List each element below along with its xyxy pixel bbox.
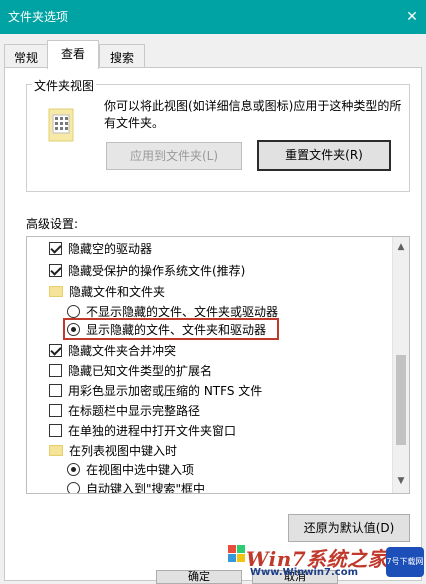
list-item-label: 隐藏文件夹合并冲突 <box>68 343 177 358</box>
list-item-label: 隐藏文件和文件夹 <box>69 284 166 299</box>
restore-defaults-button[interactable]: 还原为默认值(D) <box>288 514 410 542</box>
list-item[interactable]: 隐藏已知文件类型的扩展名 <box>49 360 212 380</box>
list-item[interactable]: 在标题栏中显示完整路径 <box>49 400 200 420</box>
reset-folders-button[interactable]: 重置文件夹(R) <box>257 140 391 171</box>
list-item[interactable]: 自动键入到"搜索"框中 <box>67 478 206 494</box>
list-item-label: 在标题栏中显示完整路径 <box>68 403 201 418</box>
apply-to-folders-button[interactable]: 应用到文件夹(L) <box>106 142 242 170</box>
list-scrollbar[interactable]: ▲ ▼ <box>392 237 409 493</box>
list-item[interactable]: 隐藏受保护的操作系统文件(推荐) <box>49 260 245 280</box>
folder-view-label: 文件夹视图 <box>32 77 97 94</box>
list-item-label: 隐藏空的驱动器 <box>68 241 153 256</box>
folder-document-icon <box>48 108 74 142</box>
scroll-thumb[interactable] <box>396 355 406 445</box>
advanced-settings-list: 隐藏空的驱动器 隐藏受保护的操作系统文件(推荐) 隐藏文件和文件夹 不显示隐藏的… <box>26 236 410 494</box>
tab-view[interactable]: 查看 <box>47 40 99 69</box>
folder-view-description: 你可以将此视图(如详细信息或图标)应用于这种类型的所有文件夹。 <box>104 99 402 130</box>
folder-icon <box>49 444 63 456</box>
watermark-url: Www.Winwin7.com <box>250 567 359 578</box>
watermark-badge: 7号下载网 <box>386 547 424 577</box>
radio-button[interactable] <box>67 462 80 476</box>
radio-button[interactable] <box>67 304 80 318</box>
list-item: 在列表视图中键入时 <box>49 440 177 460</box>
tab-general[interactable]: 常规 <box>4 44 48 68</box>
tab-search[interactable]: 搜索 <box>99 44 145 68</box>
scroll-up-icon[interactable]: ▲ <box>393 239 409 255</box>
list-item[interactable]: 在视图中选中键入项 <box>67 459 194 479</box>
checkbox[interactable] <box>49 343 62 357</box>
list-item-label: 在视图中选中键入项 <box>86 462 195 477</box>
radio-button[interactable] <box>67 481 80 493</box>
list-item: 隐藏文件和文件夹 <box>49 281 165 301</box>
checkbox[interactable] <box>49 263 62 277</box>
watermark: Win7系统之家 Www.Winwin7.com 7号下载网 <box>228 541 426 581</box>
list-item[interactable]: 在单独的进程中打开文件夹窗口 <box>49 420 236 440</box>
checkbox[interactable] <box>49 403 62 417</box>
list-item-label: 在单独的进程中打开文件夹窗口 <box>68 423 237 438</box>
list-item[interactable]: 隐藏空的驱动器 <box>49 238 152 258</box>
close-icon[interactable]: ✕ <box>398 0 426 34</box>
list-item-label: 用彩色显示加密或压缩的 NTFS 文件 <box>68 383 263 398</box>
list-item[interactable]: 用彩色显示加密或压缩的 NTFS 文件 <box>49 380 262 400</box>
list-item-label: 自动键入到"搜索"框中 <box>86 481 206 494</box>
list-item-label: 隐藏已知文件类型的扩展名 <box>68 363 213 378</box>
annotation-highlight-box <box>63 318 279 340</box>
window-title: 文件夹选项 <box>8 10 69 24</box>
checkbox[interactable] <box>49 383 62 397</box>
scroll-down-icon[interactable]: ▼ <box>393 473 409 489</box>
checkbox[interactable] <box>49 241 62 255</box>
checkbox[interactable] <box>49 363 62 377</box>
tab-strip: 常规 查看 搜索 <box>0 40 426 69</box>
list-item-label: 隐藏受保护的操作系统文件(推荐) <box>68 263 246 278</box>
list-item-label: 在列表视图中键入时 <box>69 443 178 458</box>
checkbox[interactable] <box>49 423 62 437</box>
list-item-label: 不显示隐藏的文件、文件夹或驱动器 <box>86 304 279 319</box>
windows-flag-icon <box>228 545 245 562</box>
list-item[interactable]: 隐藏文件夹合并冲突 <box>49 340 176 360</box>
advanced-settings-label: 高级设置: <box>26 217 79 231</box>
folder-icon <box>49 285 63 297</box>
title-bar: 文件夹选项 ✕ <box>0 0 426 34</box>
